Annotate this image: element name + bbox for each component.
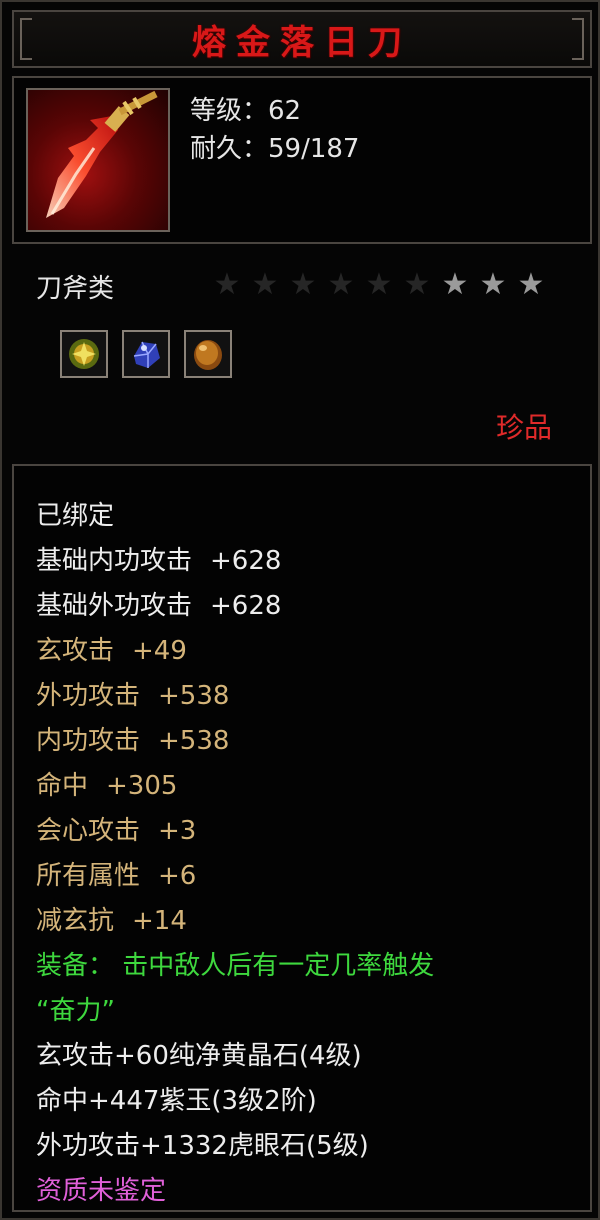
star-icon: ★ <box>213 267 241 302</box>
attr-name: 基础外功攻击 <box>36 591 193 621</box>
attr-inner-attack: 内功攻击 +538 <box>36 719 576 764</box>
blue-gem-icon[interactable] <box>122 330 170 378</box>
attr-value: +14 <box>132 906 187 936</box>
title-bar: 熔金落日刀 <box>12 10 592 68</box>
attr-value: +538 <box>158 726 230 756</box>
attr-value: +305 <box>106 771 178 801</box>
attr-value: +6 <box>158 861 197 891</box>
attr-name: 命中 <box>36 771 89 801</box>
item-level: 等级：62 <box>190 96 302 126</box>
star-icon: ★ <box>441 267 469 302</box>
attr-value: +628 <box>210 546 282 576</box>
star-rating: ★ ★ ★ ★ ★ ★ ★ ★ ★ <box>212 268 546 302</box>
attr-name: 外功攻击 <box>36 681 141 711</box>
gold-gem-icon[interactable] <box>60 330 108 378</box>
attr-value: +49 <box>132 636 187 666</box>
attribute-list: 已绑定 基础内功攻击 +628 基础外功攻击 +628 玄攻击 +49 外功攻击 +53… <box>36 494 576 1214</box>
attr-base-outer: 基础外功攻击 +628 <box>36 584 576 629</box>
item-durability: 耐久：59/187 <box>190 134 360 164</box>
equip-effect-name: “奋力” <box>36 996 115 1026</box>
attribute-panel: 已绑定 基础内功攻击 +628 基础外功攻击 +628 玄攻击 +49 外功攻击 +53… <box>12 464 592 1212</box>
attr-outer-attack: 外功攻击 +538 <box>36 674 576 719</box>
attr-hit: 命中 +305 <box>36 764 576 809</box>
attr-value: +538 <box>158 681 230 711</box>
attr-all-attributes: 所有属性 +6 <box>36 854 576 899</box>
item-name: 熔金落日刀 <box>192 22 412 63</box>
attr-name: 基础内功攻击 <box>36 546 193 576</box>
socket-gem-3: 外功攻击+1332虎眼石(5级) <box>36 1131 369 1161</box>
amber-gem-icon[interactable] <box>184 330 232 378</box>
attr-name: 所有属性 <box>36 861 141 891</box>
socket-gem-2: 命中+447紫玉(3级2阶) <box>36 1086 317 1116</box>
star-icon: ★ <box>479 267 507 302</box>
attr-name: 减玄抗 <box>36 906 115 936</box>
attr-reduce-xuan: 减玄抗 +14 <box>36 899 576 944</box>
socket-gem-1: 玄攻击+60纯净黄晶石(4级) <box>36 1041 362 1071</box>
star-icon: ★ <box>517 267 545 302</box>
attr-value: +628 <box>210 591 282 621</box>
attr-crit: 会心攻击 +3 <box>36 809 576 854</box>
attr-base-inner: 基础内功攻击 +628 <box>36 539 576 584</box>
quality-status: 资质未鉴定 <box>36 1176 167 1206</box>
star-icon: ★ <box>365 267 393 302</box>
rarity-label: 珍品 <box>495 411 552 444</box>
title-ornament-left <box>20 18 32 60</box>
attr-name: 玄攻击 <box>36 636 115 666</box>
star-icon: ★ <box>403 267 431 302</box>
star-icon: ★ <box>327 267 355 302</box>
title-ornament-right <box>572 18 584 60</box>
star-icon: ★ <box>289 267 317 302</box>
gem-sockets <box>60 330 232 378</box>
star-icon: ★ <box>251 267 279 302</box>
attr-value: +3 <box>158 816 197 846</box>
bound-status: 已绑定 <box>36 501 115 531</box>
attr-name: 内功攻击 <box>36 726 141 756</box>
blade-icon <box>26 88 170 232</box>
attr-name: 会心攻击 <box>36 816 141 846</box>
item-tooltip: 熔金落日刀 等级：62 耐久：59/187 刀斧类 ★ ★ ★ ★ ★ ★ ★ … <box>0 0 600 1220</box>
item-header-panel: 等级：62 耐久：59/187 <box>12 76 592 244</box>
equip-effect: 装备： 击中敌人后有一定几率触发 <box>36 951 435 981</box>
item-category: 刀斧类 <box>36 274 115 304</box>
attr-xuan-attack: 玄攻击 +49 <box>36 629 576 674</box>
